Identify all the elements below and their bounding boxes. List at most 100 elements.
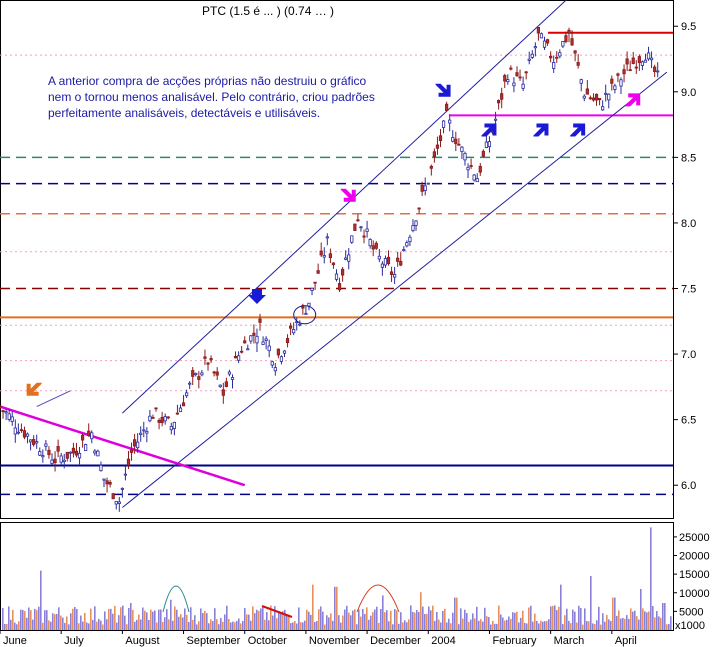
volume-bar — [88, 623, 90, 630]
volume-bar — [520, 617, 522, 630]
volume-bar — [2, 608, 4, 630]
volume-bar — [448, 618, 450, 630]
volume-bar — [6, 624, 8, 630]
price-candle-body — [313, 281, 317, 284]
price-candle-body — [200, 372, 204, 376]
volume-bar — [442, 611, 444, 630]
volume-bar — [614, 597, 616, 630]
price-candle-body — [426, 182, 430, 185]
volume-bar — [452, 612, 454, 630]
price-candle-body — [411, 225, 415, 232]
volume-bar — [612, 597, 614, 630]
volume-bar — [616, 615, 618, 630]
volume-bar — [122, 605, 124, 630]
price-candle-body — [521, 83, 525, 89]
volume-bar — [356, 624, 358, 630]
price-candle-body — [506, 79, 510, 83]
volume-bar — [230, 622, 232, 630]
price-candle-body — [38, 451, 42, 456]
volume-bar — [530, 605, 532, 630]
volume-bar — [218, 624, 220, 630]
volume-bar — [180, 614, 182, 630]
price-candle-body — [230, 377, 235, 380]
volume-bar — [58, 607, 60, 630]
volume-bar — [20, 609, 22, 630]
volume-bar — [542, 621, 544, 630]
price-candle-body — [414, 220, 418, 226]
volume-bar — [606, 614, 608, 630]
price-candle-body — [619, 79, 623, 87]
volume-bar — [302, 622, 304, 630]
volume-bar — [640, 588, 642, 630]
price-candle-body — [487, 141, 492, 148]
volume-bar — [514, 612, 516, 630]
volume-bar — [468, 621, 470, 630]
price-candle-body — [258, 318, 262, 323]
price-candle-body — [402, 249, 406, 252]
volume-bar — [128, 607, 130, 630]
volume-bar — [628, 618, 630, 630]
price-candle-body — [448, 119, 452, 124]
volume-bar — [526, 623, 528, 630]
volume-bar — [166, 609, 168, 630]
volume-arc-teal — [162, 585, 190, 613]
volume-bar — [28, 607, 30, 630]
volume-bar — [532, 621, 534, 630]
volume-bar — [594, 623, 596, 630]
y-tick-label: 8.0 — [681, 218, 696, 230]
price-candle-body — [215, 371, 219, 376]
price-candle-body — [212, 371, 216, 374]
price-candle-body — [169, 426, 173, 431]
volume-bar — [646, 612, 648, 630]
price-candle-body — [136, 441, 140, 449]
volume-bar — [40, 570, 42, 630]
volume-bar — [470, 619, 472, 630]
price-candle-body — [77, 452, 82, 459]
volume-bar — [512, 612, 514, 630]
price-candle-body — [646, 52, 651, 60]
volume-bar — [390, 610, 392, 630]
price-candle-body — [570, 38, 574, 46]
volume-tick-label: 5000 — [679, 606, 703, 618]
volume-bar — [350, 615, 352, 630]
volume-bar — [280, 613, 282, 630]
volume-bar — [598, 606, 600, 630]
price-candle-body — [649, 57, 654, 61]
x-tick-label: 2004 — [431, 635, 455, 647]
price-candle-body — [123, 473, 128, 476]
price-candle-body — [362, 235, 366, 238]
volume-bar — [336, 586, 338, 630]
volume-bar — [412, 611, 414, 630]
price-candle-body — [573, 50, 577, 54]
price-candle-body — [481, 150, 485, 157]
volume-bar — [298, 607, 300, 630]
volume-bar — [610, 620, 612, 630]
volume-bar — [286, 615, 288, 630]
volume-bar — [558, 606, 560, 630]
volume-bar — [556, 610, 558, 630]
volume-bar — [220, 617, 222, 630]
volume-bar — [130, 603, 132, 630]
price-candle-body — [292, 329, 296, 334]
price-candle-body — [181, 402, 186, 407]
price-candle-body — [530, 53, 534, 58]
price-candle-body — [585, 88, 589, 95]
price-candle-body — [197, 376, 201, 380]
volume-bar — [414, 612, 416, 630]
volume-bar — [340, 622, 342, 630]
volume-bar — [632, 611, 634, 630]
price-candle-body — [527, 58, 531, 61]
volume-bar — [580, 607, 582, 630]
volume-bar — [184, 608, 186, 630]
price-candle-body — [246, 348, 250, 351]
price-candle-body — [405, 242, 409, 247]
volume-bar — [212, 621, 214, 630]
breakout-circle — [293, 305, 317, 325]
volume-bar — [258, 610, 260, 630]
price-candle-body — [460, 146, 464, 153]
signal-arrow — [26, 382, 42, 396]
volume-bar — [344, 609, 346, 630]
price-candle-body — [32, 439, 36, 445]
volume-unit-label: x1000 — [675, 620, 705, 632]
volume-bar — [96, 621, 98, 630]
